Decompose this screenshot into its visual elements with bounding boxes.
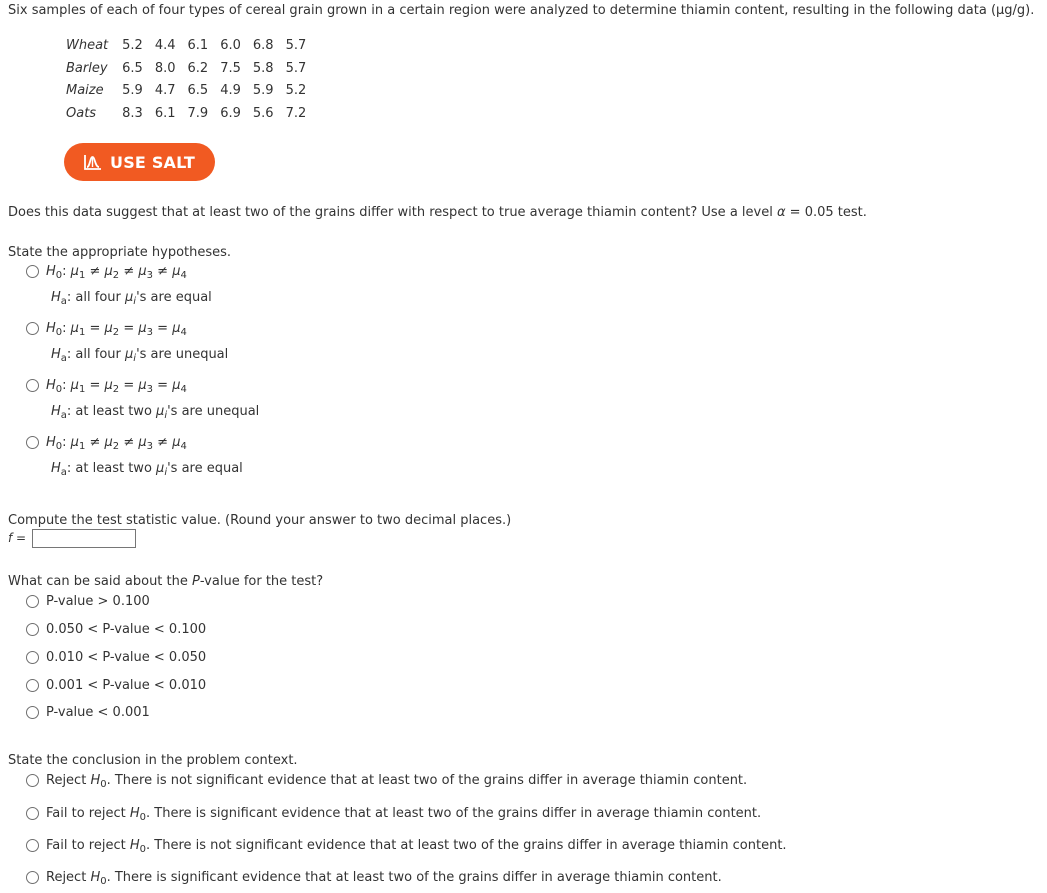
conclusion-prompt: State the conclusion in the problem cont… xyxy=(8,753,298,768)
cell: 5.7 xyxy=(285,60,307,76)
h0-text: H0: μ1 = μ2 = μ3 = μ4 xyxy=(46,378,187,395)
option-label: 0.010 < P-value < 0.050 xyxy=(46,650,207,665)
cell: 6.5 xyxy=(122,60,143,76)
radio-button[interactable] xyxy=(26,807,39,820)
radio-button[interactable] xyxy=(26,623,39,636)
cell: 5.7 xyxy=(285,37,307,53)
radio-button[interactable] xyxy=(26,265,39,278)
option-label: 0.050 < P-value < 0.100 xyxy=(46,622,207,637)
cell: 4.7 xyxy=(154,83,176,99)
hypothesis-option-4[interactable]: H0: μ1 ≠ μ2 ≠ μ3 ≠ μ4 xyxy=(26,435,187,452)
row-label: Barley xyxy=(66,60,108,76)
radio-button[interactable] xyxy=(26,322,39,335)
pvalue-option-1[interactable]: P-value > 0.100 xyxy=(26,594,150,609)
hypothesis-option-1[interactable]: H0: μ1 ≠ μ2 ≠ μ3 ≠ μ4 xyxy=(26,264,187,281)
cell: 5.9 xyxy=(122,83,143,99)
f-statistic-input[interactable] xyxy=(32,529,136,548)
cell: 5.6 xyxy=(252,105,274,121)
radio-button[interactable] xyxy=(26,436,39,449)
use-salt-label: USE SALT xyxy=(110,152,195,172)
statistic-prompt: Compute the test statistic value. (Round… xyxy=(8,513,512,528)
cell: 6.9 xyxy=(220,105,241,121)
h0-text: H0: μ1 ≠ μ2 ≠ μ3 ≠ μ4 xyxy=(46,264,187,281)
cell: 7.5 xyxy=(220,60,241,76)
option-label: Reject H0. There is not significant evid… xyxy=(46,773,748,790)
row-label: Maize xyxy=(66,83,104,99)
row-label: Wheat xyxy=(66,37,109,53)
cell: 5.9 xyxy=(252,83,274,99)
cell: 6.2 xyxy=(187,60,209,76)
cell: 4.4 xyxy=(154,37,176,53)
radio-button[interactable] xyxy=(26,774,39,787)
option-label: 0.001 < P-value < 0.010 xyxy=(46,678,207,693)
option-label: Reject H0. There is significant evidence… xyxy=(46,870,722,887)
hypothesis-option-2[interactable]: H0: μ1 = μ2 = μ3 = μ4 xyxy=(26,321,187,338)
cell: 7.9 xyxy=(187,105,209,121)
f-label: f = xyxy=(8,531,27,545)
salt-chart-icon xyxy=(84,155,101,170)
radio-button[interactable] xyxy=(26,871,39,884)
ha-text: Ha: all four μi's are unequal xyxy=(51,347,229,364)
cell: 5.8 xyxy=(252,60,274,76)
table-row: Barley 6.5 8.0 6.2 7.5 5.8 5.7 xyxy=(60,57,312,80)
thiamin-data-table: Wheat 5.2 4.4 6.1 6.0 6.8 5.7 Barley 6.5… xyxy=(60,34,312,125)
pvalue-option-5[interactable]: P-value < 0.001 xyxy=(26,705,150,720)
conclusion-option-2[interactable]: Fail to reject H0. There is significant … xyxy=(26,806,762,823)
ha-text: Ha: at least two μi's are unequal xyxy=(51,404,260,421)
cell: 7.2 xyxy=(285,105,307,121)
radio-button[interactable] xyxy=(26,839,39,852)
pvalue-option-2[interactable]: 0.050 < P-value < 0.100 xyxy=(26,622,206,637)
ha-text: Ha: all four μi's are equal xyxy=(51,290,212,307)
radio-button[interactable] xyxy=(26,706,39,719)
conclusion-option-3[interactable]: Fail to reject H0. There is not signific… xyxy=(26,838,787,855)
pvalue-option-4[interactable]: 0.001 < P-value < 0.010 xyxy=(26,678,206,693)
conclusion-option-1[interactable]: Reject H0. There is not significant evid… xyxy=(26,773,748,790)
h0-text: H0: μ1 = μ2 = μ3 = μ4 xyxy=(46,321,187,338)
pvalue-option-3[interactable]: 0.010 < P-value < 0.050 xyxy=(26,650,206,665)
option-label: Fail to reject H0. There is not signific… xyxy=(46,838,787,855)
cell: 4.9 xyxy=(220,83,241,99)
cell: 6.5 xyxy=(187,83,209,99)
option-label: Fail to reject H0. There is significant … xyxy=(46,806,762,823)
cell: 8.3 xyxy=(122,105,143,121)
table-row: Maize 5.9 4.7 6.5 4.9 5.9 5.2 xyxy=(60,79,312,102)
main-question: Does this data suggest that at least two… xyxy=(8,205,867,220)
cell: 8.0 xyxy=(154,60,176,76)
table-row: Oats 8.3 6.1 7.9 6.9 5.6 7.2 xyxy=(60,102,312,125)
hypotheses-prompt: State the appropriate hypotheses. xyxy=(8,245,232,260)
table-row: Wheat 5.2 4.4 6.1 6.0 6.8 5.7 xyxy=(60,34,312,57)
h0-text: H0: μ1 ≠ μ2 ≠ μ3 ≠ μ4 xyxy=(46,435,187,452)
radio-button[interactable] xyxy=(26,379,39,392)
problem-intro: Six samples of each of four types of cer… xyxy=(8,3,1035,18)
cell: 5.2 xyxy=(122,37,143,53)
cell: 6.1 xyxy=(187,37,209,53)
radio-button[interactable] xyxy=(26,595,39,608)
cell: 5.2 xyxy=(285,83,307,99)
row-label: Oats xyxy=(66,105,97,121)
radio-button[interactable] xyxy=(26,679,39,692)
radio-button[interactable] xyxy=(26,651,39,664)
cell: 6.1 xyxy=(154,105,176,121)
hypothesis-option-3[interactable]: H0: μ1 = μ2 = μ3 = μ4 xyxy=(26,378,187,395)
ha-text: Ha: at least two μi's are equal xyxy=(51,461,243,478)
use-salt-button[interactable]: USE SALT xyxy=(64,143,215,181)
option-label: P-value > 0.100 xyxy=(46,594,150,609)
pvalue-prompt: What can be said about the P-value for t… xyxy=(8,574,324,589)
cell: 6.0 xyxy=(220,37,241,53)
conclusion-option-4[interactable]: Reject H0. There is significant evidence… xyxy=(26,870,722,887)
option-label: P-value < 0.001 xyxy=(46,705,150,720)
cell: 6.8 xyxy=(252,37,274,53)
